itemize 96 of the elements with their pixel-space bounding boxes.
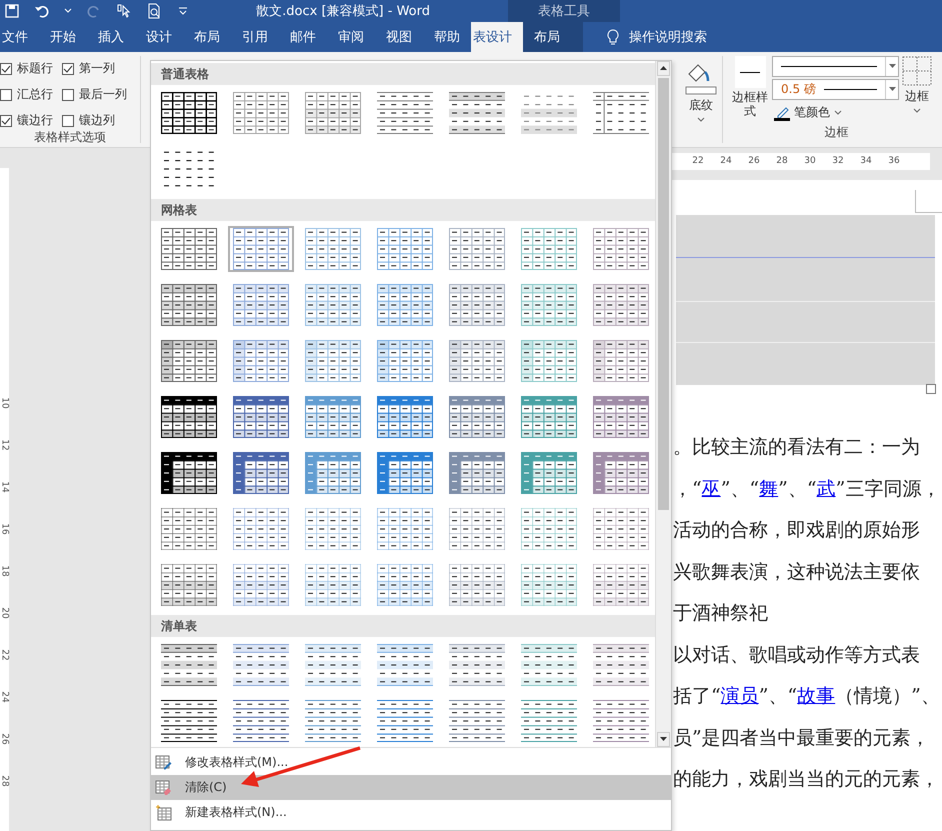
ribbon-tab[interactable]: 邮件 <box>279 22 327 52</box>
gallery-section-header: 网格表 <box>151 199 655 221</box>
down-arrow-icon <box>660 737 667 742</box>
ribbon-tab[interactable]: 视图 <box>375 22 423 52</box>
document-text-line: 活动的合称，即戏剧的原始形 <box>673 518 921 543</box>
document-text-line: ，“巫”、“舞”、“武”三字同源， <box>673 476 942 502</box>
checkbox[interactable] <box>0 114 12 126</box>
hyperlink[interactable]: 故事 <box>797 685 836 707</box>
style-option-checkbox[interactable]: 镶边行 <box>0 112 62 129</box>
style-option-checkbox[interactable]: 标题行 <box>0 60 62 77</box>
dropdown-arrow-icon <box>888 87 896 92</box>
window-title: 散文.docx [兼容模式] - Word <box>256 3 430 20</box>
new-table-icon <box>155 804 173 822</box>
ruler-number: 30 <box>803 155 817 168</box>
dropdown-arrow-icon <box>888 64 896 69</box>
document-text-line: 员”是四者当中最重要的元素， <box>673 726 931 750</box>
ruler-number: 22 <box>0 649 10 661</box>
ruler-number: 24 <box>719 155 733 168</box>
document-text-line: 兴歌舞表演，这种说法主要依 <box>673 560 921 584</box>
table-resize-handle[interactable] <box>926 384 936 394</box>
gallery-menu-item[interactable]: 清除(C) <box>151 775 671 800</box>
hyperlink[interactable]: 舞 <box>759 478 778 500</box>
ribbon-tab[interactable]: 插入 <box>87 22 135 52</box>
ribbon-tab[interactable]: 审阅 <box>327 22 375 52</box>
tell-me-search[interactable]: 操作说明搜索 <box>599 22 713 52</box>
style-option-checkbox[interactable]: 最后一列 <box>62 86 140 103</box>
checkbox[interactable] <box>62 88 74 100</box>
table-pencil-icon <box>155 754 173 772</box>
caret-icon[interactable] <box>64 7 72 15</box>
ruler-number: 22 <box>691 155 705 168</box>
document-text-line: 的能力，戏剧当当的元的元素， <box>673 767 940 792</box>
pen-icon <box>774 104 790 120</box>
ruler-number: 10 <box>0 397 10 409</box>
ribbon-tab[interactable]: 引用 <box>231 22 279 52</box>
hyperlink[interactable]: 武 <box>816 478 836 500</box>
ruler-number: 12 <box>0 439 10 451</box>
ruler-number: 14 <box>0 481 10 493</box>
caret-icon <box>913 107 921 115</box>
document-text-line: 。比较主流的看法有二：一为 <box>673 435 921 460</box>
ruler-number: 26 <box>0 733 10 745</box>
table-style-thumbnail[interactable] <box>228 226 294 272</box>
lightbulb-icon <box>605 28 621 46</box>
save-icon[interactable] <box>4 3 20 19</box>
print-preview-icon[interactable] <box>146 3 162 19</box>
border-styles-button[interactable]: 边框样式 <box>731 56 769 121</box>
pen-color-button[interactable]: 笔颜色 <box>772 102 899 121</box>
scroll-down-button[interactable] <box>657 732 670 747</box>
checkbox[interactable] <box>0 62 12 74</box>
hyperlink[interactable]: 演员 <box>720 685 759 707</box>
style-option-checkbox[interactable]: 第一列 <box>62 60 140 77</box>
ruler-number: 18 <box>0 565 10 577</box>
page-corner-mark <box>915 190 942 213</box>
ruler-number: 28 <box>775 155 789 168</box>
context-tab-label: 表格工具 <box>508 0 620 22</box>
gallery-section-header: 清单表 <box>151 615 655 637</box>
line-style-dropdown[interactable] <box>772 56 899 77</box>
up-arrow-icon <box>660 66 667 71</box>
group-label: 边框 <box>824 124 850 141</box>
checkbox[interactable] <box>0 88 12 100</box>
borders-button[interactable]: 边框 <box>902 56 932 121</box>
undo-icon[interactable] <box>34 3 50 19</box>
shading-button[interactable]: 底纹 <box>685 60 717 124</box>
ruler-number: 32 <box>831 155 845 168</box>
hyperlink[interactable]: 巫 <box>702 478 721 500</box>
document-text-line: 于酒神祭祀 <box>673 601 769 626</box>
checkbox[interactable] <box>62 62 74 74</box>
caret-icon <box>697 116 705 124</box>
ruler-number: 34 <box>859 155 873 168</box>
ruler-number: 26 <box>747 155 761 168</box>
ribbon-tab[interactable]: 文件 <box>0 22 39 52</box>
ribbon-tab[interactable]: 设计 <box>135 22 183 52</box>
style-option-checkbox[interactable]: 汇总行 <box>0 86 62 103</box>
checkbox[interactable] <box>62 114 74 126</box>
line-weight-dropdown[interactable]: 0.5 磅 <box>772 79 899 100</box>
document-text-line: 括了“演员”、“故事（情境）”、 <box>673 684 941 709</box>
style-option-checkbox[interactable]: 镶边列 <box>62 112 140 129</box>
gallery-section-header: 普通表格 <box>151 63 655 85</box>
scroll-up-button[interactable] <box>657 61 670 76</box>
ruler-number: 36 <box>887 155 901 168</box>
table-eraser-icon <box>155 778 173 796</box>
ribbon-tab[interactable]: 布局 <box>183 22 231 52</box>
caret-icon <box>834 108 842 116</box>
ruler-number: 20 <box>0 607 10 619</box>
document-text-line: 以对话、歌唱或动作等方式表 <box>673 642 921 668</box>
gallery-menu-item[interactable]: 新建表格样式(N)... <box>151 800 671 825</box>
borders-icon <box>902 56 932 86</box>
pointer-icon[interactable] <box>116 3 132 19</box>
ruler-number: 28 <box>0 775 10 787</box>
ribbon-tab[interactable]: 表设计 <box>471 22 523 52</box>
gallery-menu-item[interactable]: 修改表格样式(M)... <box>151 750 671 775</box>
ruler-number: 16 <box>0 523 10 535</box>
ruler-number: 24 <box>0 691 10 703</box>
ribbon-tab[interactable]: 开始 <box>39 22 87 52</box>
scrollbar-thumb[interactable] <box>658 78 669 510</box>
group-label: 表格样式选项 <box>33 129 107 146</box>
ribbon-tab[interactable]: 帮助 <box>423 22 471 52</box>
